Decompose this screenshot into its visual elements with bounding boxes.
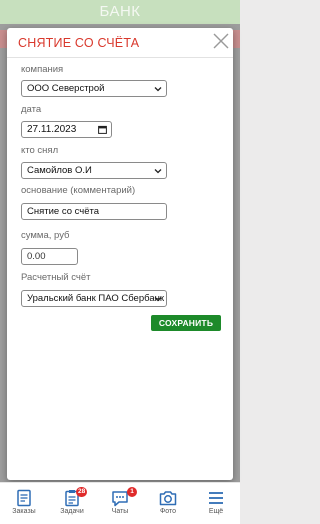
nav-label-photo: Фото <box>159 508 177 515</box>
nav-label-chats: Чаты <box>111 508 129 515</box>
menu-icon <box>209 492 223 504</box>
date-label: дата <box>21 104 42 115</box>
chats-badge: 1 <box>127 487 137 497</box>
withdrawn-by-label: кто снял <box>21 145 59 156</box>
nav-label-more: Ещё <box>208 508 224 515</box>
withdrawn-by-select[interactable]: Самойлов О.И <box>21 162 167 179</box>
nav-item-photo[interactable]: Фото <box>144 483 192 524</box>
app-title: БАНК <box>0 0 240 24</box>
amount-input[interactable]: 0.00 <box>21 248 78 265</box>
close-icon <box>213 33 229 49</box>
amount-label: сумма, руб <box>21 230 70 241</box>
company-value: ООО Северстрой <box>27 83 105 94</box>
chevron-down-icon <box>154 87 162 92</box>
basis-input[interactable]: Снятие со счёта <box>21 203 167 220</box>
date-input[interactable]: 27.11.2023 <box>21 121 112 138</box>
nav-label-orders: Заказы <box>12 508 36 515</box>
close-button[interactable] <box>212 32 230 50</box>
chevron-down-icon <box>154 169 162 174</box>
company-label: компания <box>21 64 64 75</box>
orders-icon <box>17 489 31 507</box>
nav-item-tasks[interactable]: 28 Задачи <box>48 483 96 524</box>
account-value: Уральский банк ПАО Сбербанк <box>27 293 165 304</box>
calendar-icon[interactable] <box>98 125 107 134</box>
account-label: Расчетный счёт <box>21 272 91 283</box>
save-button[interactable]: СОХРАНИТЬ <box>151 315 221 331</box>
account-select[interactable]: Уральский банк ПАО Сбербанк <box>21 290 167 307</box>
withdrawal-dialog: СНЯТИЕ СО СЧЁТА компания ООО Северстрой … <box>7 28 233 480</box>
nav-item-more[interactable]: Ещё <box>192 483 240 524</box>
withdrawn-by-value: Самойлов О.И <box>27 165 92 176</box>
date-value: 27.11.2023 <box>27 124 77 135</box>
nav-item-chats[interactable]: 1 Чаты <box>96 483 144 524</box>
dialog-header: СНЯТИЕ СО СЧЁТА <box>7 28 233 58</box>
company-select[interactable]: ООО Северстрой <box>21 80 167 97</box>
nav-item-orders[interactable]: Заказы <box>0 483 48 524</box>
basis-label: основание (комментарий) <box>21 185 136 196</box>
dialog-title: СНЯТИЕ СО СЧЁТА <box>18 36 140 50</box>
nav-label-tasks: Задачи <box>60 508 84 515</box>
bottom-navigation: Заказы 28 Задачи 1 Чаты Фото Ещё <box>0 482 240 524</box>
chevron-down-icon <box>154 297 162 302</box>
camera-icon <box>159 491 177 506</box>
tasks-badge: 28 <box>76 487 88 497</box>
